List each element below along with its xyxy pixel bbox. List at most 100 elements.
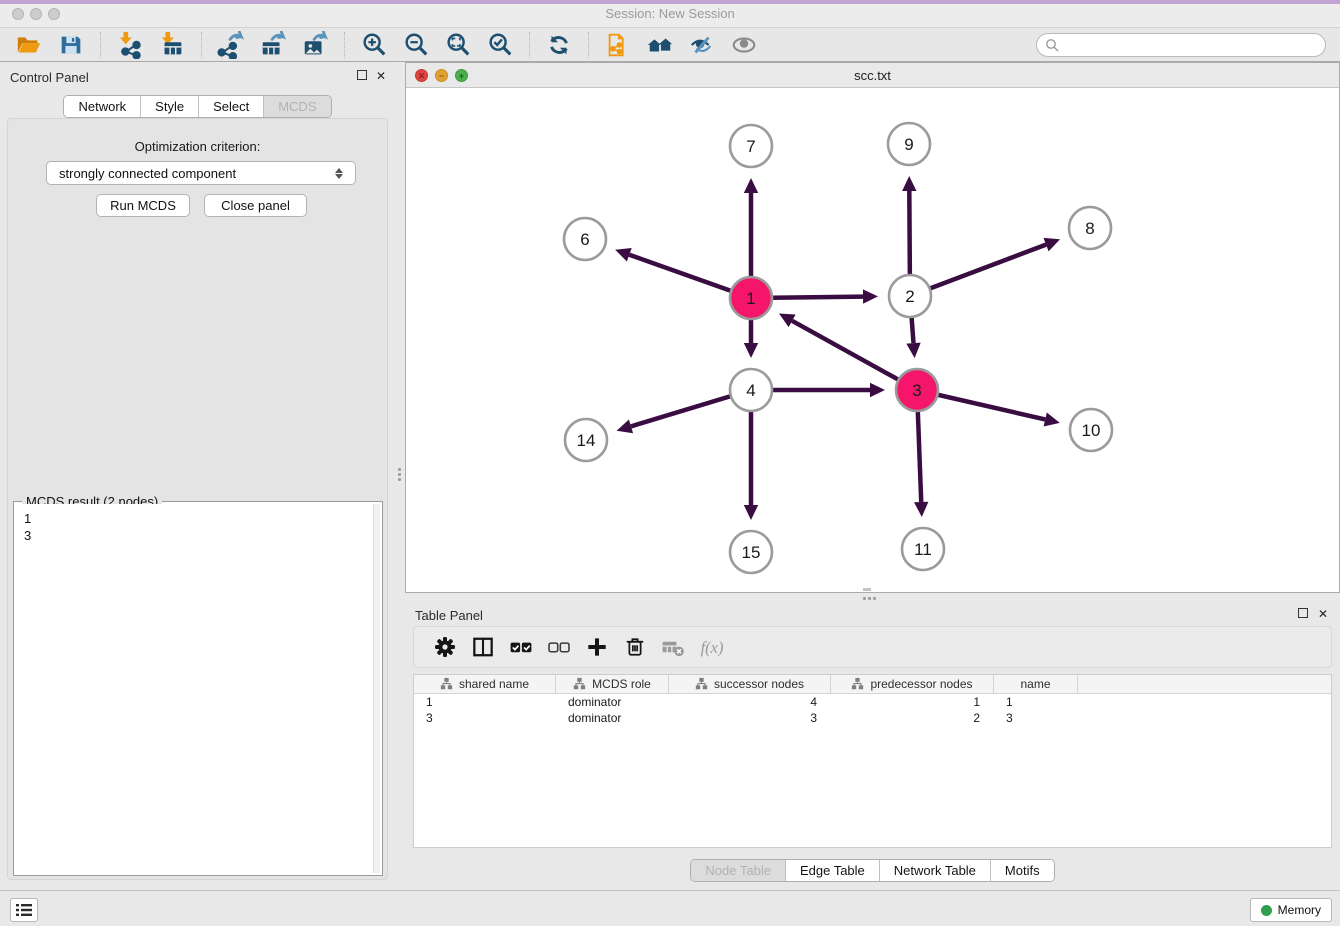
cell-predecessor-nodes[interactable]: 1 [831, 694, 994, 710]
graph-node-8[interactable]: 8 [1069, 207, 1111, 249]
graph-node-7[interactable]: 7 [730, 125, 772, 167]
graph-node-4[interactable]: 4 [730, 369, 772, 411]
tab-select[interactable]: Select [199, 96, 264, 117]
export-table-icon [259, 31, 287, 59]
edge-arrow-1-2 [863, 289, 878, 303]
control-panel-float-icon[interactable] [357, 70, 367, 80]
add-column-button[interactable] [582, 632, 612, 662]
svg-text:4: 4 [746, 381, 755, 400]
import-network-icon [116, 31, 144, 59]
import-network-button[interactable] [113, 30, 147, 60]
column-header-predecessor-nodes[interactable]: predecessor nodes [831, 675, 994, 693]
tree-icon [851, 677, 864, 691]
export-image-button[interactable] [298, 30, 332, 60]
table-tab-edge-table[interactable]: Edge Table [786, 860, 880, 881]
save-icon [57, 31, 85, 59]
graph-node-15[interactable]: 15 [730, 531, 772, 573]
close-panel-button[interactable]: Close panel [204, 194, 307, 217]
export-table-button[interactable] [256, 30, 290, 60]
tab-mcds[interactable]: MCDS [264, 96, 330, 117]
table-tab-node-table[interactable]: Node Table [691, 860, 786, 881]
show-eye-button[interactable] [727, 30, 761, 60]
tab-network[interactable]: Network [64, 96, 141, 117]
graph-node-14[interactable]: 14 [565, 419, 607, 461]
cell-successor-nodes[interactable]: 4 [669, 694, 831, 710]
cell-predecessor-nodes[interactable]: 2 [831, 710, 994, 726]
select-all-button[interactable] [506, 632, 536, 662]
vertical-splitter[interactable] [395, 62, 405, 890]
memory-button[interactable]: Memory [1250, 898, 1332, 922]
column-header-shared-name[interactable]: shared name [414, 675, 556, 693]
column-header-name[interactable]: name [994, 675, 1078, 693]
window-title: Session: New Session [0, 6, 1340, 21]
edge-arrow-4-15 [744, 505, 758, 520]
import-table-button[interactable] [155, 30, 189, 60]
mcds-result-text[interactable]: 13 [16, 504, 380, 873]
task-history-button[interactable] [10, 898, 38, 922]
svg-text:9: 9 [904, 135, 913, 154]
zoom-out-button[interactable] [399, 30, 433, 60]
zoom-fit-button[interactable] [441, 30, 475, 60]
table-row[interactable]: 1dominator411 [414, 694, 1331, 710]
svg-text:10: 10 [1082, 421, 1101, 440]
cell-successor-nodes[interactable]: 3 [669, 710, 831, 726]
svg-text:f(x): f(x) [701, 638, 724, 657]
refresh-button[interactable] [542, 30, 576, 60]
column-header-successor-nodes[interactable]: successor nodes [669, 675, 831, 693]
tab-style[interactable]: Style [141, 96, 199, 117]
hide-eye-icon [688, 31, 716, 59]
table-tab-network-table[interactable]: Network Table [880, 860, 991, 881]
cell-name[interactable]: 3 [994, 710, 1078, 726]
toolbar-separator [201, 32, 202, 58]
columns-button[interactable] [468, 632, 498, 662]
delete-column-icon [622, 634, 648, 660]
status-bar: Memory [0, 890, 1340, 926]
deselect-all-button[interactable] [544, 632, 574, 662]
zoom-in-button[interactable] [357, 30, 391, 60]
search-field-wrap [1036, 33, 1326, 57]
homes-icon [646, 31, 674, 59]
graph-node-1[interactable]: 1 [730, 277, 772, 319]
run-mcds-button[interactable]: Run MCDS [96, 194, 190, 217]
zoom-in-icon [360, 31, 388, 59]
graph-node-6[interactable]: 6 [564, 218, 606, 260]
network-window-titlebar[interactable]: ✕ − + scc.txt [406, 63, 1339, 88]
memory-label: Memory [1278, 903, 1321, 917]
main-titlebar: Session: New Session [0, 0, 1340, 28]
edge-arrow-2-9 [902, 176, 916, 191]
delete-column-button[interactable] [620, 632, 650, 662]
table-panel: Table Panel ✕ f(x) shared nameMCDS roles… [405, 600, 1340, 890]
horizontal-splitter[interactable] [405, 593, 1340, 600]
save-button[interactable] [54, 30, 88, 60]
column-header-MCDS-role[interactable]: MCDS role [556, 675, 669, 693]
table-tab-motifs[interactable]: Motifs [991, 860, 1054, 881]
graph-node-9[interactable]: 9 [888, 123, 930, 165]
hide-eye-button[interactable] [685, 30, 719, 60]
control-panel-close-icon[interactable]: ✕ [376, 70, 386, 82]
cell-MCDS-role[interactable]: dominator [556, 710, 669, 726]
homes-button[interactable] [643, 30, 677, 60]
table-panel-close-icon[interactable]: ✕ [1318, 608, 1328, 620]
optimization-criterion-select[interactable]: strongly connected component [46, 161, 356, 185]
cell-name[interactable]: 1 [994, 694, 1078, 710]
graph-node-11[interactable]: 11 [902, 528, 944, 570]
graph-node-10[interactable]: 10 [1070, 409, 1112, 451]
mcds-result-line: 1 [24, 510, 372, 527]
cell-MCDS-role[interactable]: dominator [556, 694, 669, 710]
table-panel-float-icon[interactable] [1298, 608, 1308, 618]
cell-shared-name[interactable]: 3 [414, 710, 556, 726]
canvas-resize-grip[interactable] [863, 588, 871, 591]
graph-node-2[interactable]: 2 [889, 275, 931, 317]
search-input[interactable] [1036, 33, 1326, 57]
result-scrollbar[interactable] [373, 504, 380, 873]
new-network-doc-button[interactable] [601, 30, 635, 60]
graph-node-3[interactable]: 3 [896, 369, 938, 411]
edge-arrow-1-6 [615, 248, 632, 262]
export-network-button[interactable] [214, 30, 248, 60]
gear-button[interactable] [430, 632, 460, 662]
zoom-selected-button[interactable] [483, 30, 517, 60]
open-folder-button[interactable] [12, 30, 46, 60]
cell-shared-name[interactable]: 1 [414, 694, 556, 710]
network-canvas[interactable]: 7 9 6 8 1 2 4 3 14 10 15 11 [406, 88, 1339, 592]
table-row[interactable]: 3dominator323 [414, 710, 1331, 726]
